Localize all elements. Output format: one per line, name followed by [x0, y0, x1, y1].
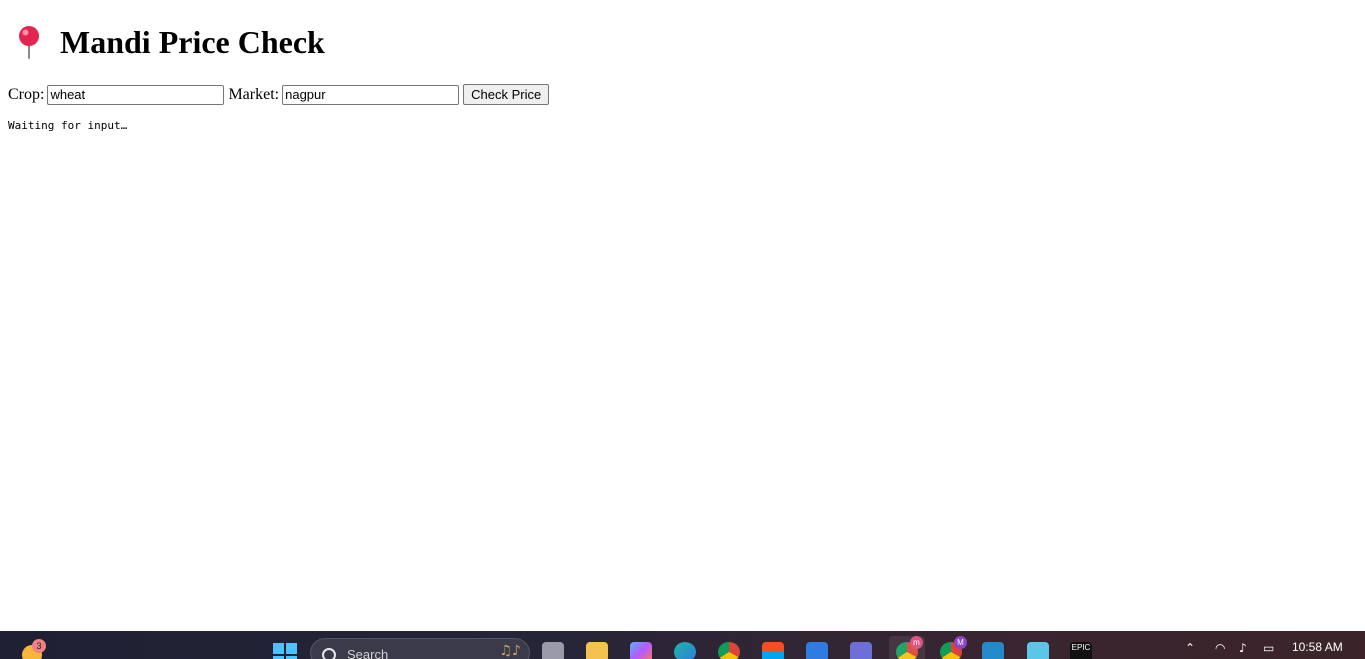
volume-icon[interactable]: ♪	[1239, 641, 1247, 655]
chrome-profile-M-icon[interactable]: M	[940, 636, 967, 659]
file-explorer-icon[interactable]	[586, 642, 608, 659]
teams-icon[interactable]	[850, 642, 872, 659]
profile-badge-m: m	[910, 636, 923, 649]
result-output: Waiting for input…	[8, 119, 128, 132]
market-input[interactable]	[282, 84, 460, 105]
chevron-up-icon[interactable]: ⌃	[1185, 641, 1195, 655]
price-check-form: Crop: Market: Check Price	[8, 84, 550, 105]
page-title-text: Mandi Price Check	[60, 24, 325, 60]
chrome-profile-m-icon[interactable]: m	[889, 636, 925, 659]
weather-badge: 3	[32, 639, 46, 653]
edge-icon[interactable]	[674, 642, 696, 659]
epic-games-icon[interactable]: EPIC	[1070, 642, 1092, 659]
taskbar: 3 Search ♫♪ m M EPIC ⌃ ◠ ♪ ▭ 10:58 AM	[0, 631, 1365, 659]
task-view-icon[interactable]	[542, 642, 564, 659]
start-menu-icon[interactable]	[273, 643, 297, 659]
wifi-icon[interactable]: ◠	[1215, 641, 1225, 655]
market-label: Market:	[228, 85, 280, 103]
search-placeholder: Search	[347, 647, 389, 659]
taskbar-clock[interactable]: 10:58 AM	[1292, 640, 1343, 654]
crop-label: Crop:	[8, 85, 45, 103]
weather-widget[interactable]: 3	[20, 639, 46, 659]
chrome-icon[interactable]	[718, 642, 740, 659]
page-content: Mandi Price Check Crop: Market: Check Pr…	[0, 0, 1365, 631]
battery-icon[interactable]: ▭	[1263, 641, 1274, 655]
pushpin-icon	[14, 24, 44, 60]
copilot-icon[interactable]	[630, 642, 652, 659]
page-title: Mandi Price Check	[14, 22, 325, 62]
outlook-icon[interactable]	[806, 642, 828, 659]
notepad-icon[interactable]	[1027, 642, 1049, 659]
microsoft-store-icon[interactable]	[762, 642, 784, 659]
taskbar-search[interactable]: Search ♫♪	[310, 638, 530, 659]
vscode-icon[interactable]	[982, 642, 1004, 659]
search-highlight-icon: ♫♪	[499, 643, 522, 659]
profile-badge-M: M	[954, 636, 967, 649]
check-price-button[interactable]: Check Price	[463, 84, 550, 105]
search-icon	[322, 648, 336, 659]
crop-input[interactable]	[47, 84, 225, 105]
